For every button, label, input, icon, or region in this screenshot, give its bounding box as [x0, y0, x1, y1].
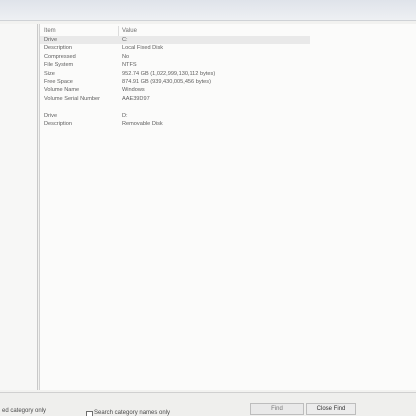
table-row[interactable]: Size 952.74 GB (1,022,999,130,112 bytes): [40, 70, 416, 78]
table-row[interactable]: Description Local Fixed Disk: [40, 44, 416, 52]
system-information-window: Item Value Drive C: Description Local Fixed…: [0, 0, 416, 416]
row-item-cell: Drive: [44, 112, 58, 119]
row-value-cell: Windows: [122, 87, 145, 94]
table-row[interactable]: Compressed No: [40, 53, 416, 61]
close-find-button[interactable]: Close Find: [306, 403, 356, 415]
row-item-cell: File System: [44, 62, 74, 69]
details-list: Drive C: Description Local Fixed Disk Compre…: [40, 36, 416, 128]
column-header-value[interactable]: Value: [122, 26, 137, 36]
row-value-cell: AAE39D97: [122, 95, 150, 102]
row-value-cell: Removable Disk: [122, 120, 163, 127]
find-bar: ed category only Search category names o…: [0, 392, 416, 416]
search-category-names-label: Search category names only: [94, 410, 171, 416]
table-row[interactable]: File System NTFS: [40, 61, 416, 69]
title-divider: [0, 20, 416, 21]
row-item-cell: Free Space: [44, 78, 73, 85]
row-value-cell: D:: [122, 112, 128, 119]
details-pane: Item Value Drive C: Description Local Fixed…: [39, 24, 416, 390]
title-bar: [0, 0, 416, 20]
row-item-cell: Volume Serial Number: [44, 95, 100, 102]
row-value-cell: Local Fixed Disk: [122, 45, 164, 52]
row-value-cell: C:: [122, 37, 128, 43]
row-item-cell: Description: [44, 45, 72, 52]
table-row[interactable]: Drive D:: [40, 112, 416, 120]
table-row[interactable]: Description Removable Disk: [40, 120, 416, 128]
search-category-names-checkbox[interactable]: [86, 411, 93, 416]
details-header: Item Value: [40, 26, 416, 36]
table-row[interactable]: Volume Serial Number AAE39D97: [40, 95, 416, 103]
row-value-cell: 874.91 GB (939,430,005,456 bytes): [122, 78, 211, 85]
column-separator[interactable]: [118, 26, 119, 36]
row-item-cell: Compressed: [44, 53, 76, 60]
row-item-cell: Drive: [44, 37, 58, 43]
find-scope-label: ed category only: [2, 408, 47, 414]
table-row[interactable]: Free Space 874.91 GB (939,430,005,456 byt…: [40, 78, 416, 86]
row-item-cell: Size: [44, 70, 55, 77]
table-row[interactable]: Drive C:: [40, 36, 310, 45]
table-row[interactable]: Volume Name Windows: [40, 86, 416, 94]
row-item-cell: Volume Name: [44, 87, 80, 94]
row-value-cell: No: [122, 53, 130, 60]
find-button[interactable]: Find: [250, 403, 304, 415]
row-value-cell: NTFS: [122, 62, 137, 69]
column-header-item[interactable]: Item: [44, 26, 56, 36]
row-item-cell: Description: [44, 120, 72, 127]
row-value-cell: 952.74 GB (1,022,999,130,112 bytes): [122, 70, 216, 77]
row-spacer: [40, 103, 416, 111]
category-tree-pane[interactable]: [0, 24, 38, 390]
